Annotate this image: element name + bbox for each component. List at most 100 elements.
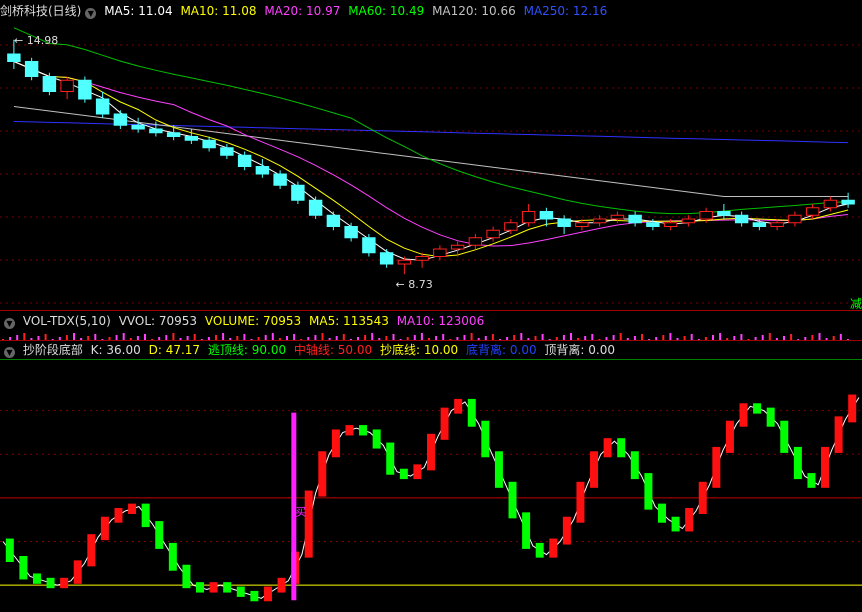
candle-body [788, 214, 802, 224]
indicator-bar [753, 403, 762, 414]
candle-body [184, 136, 199, 141]
indicator-bar [141, 503, 150, 528]
indicator-bar [821, 446, 830, 488]
indicator-bar [807, 473, 816, 488]
indicator-header: ▼ 抄阶段底部 K: 36.00 D: 47.17 逃顶线: 90.00 中轴线… [0, 341, 619, 359]
ma120-line [13, 106, 849, 197]
indicator-bar [168, 542, 177, 571]
candle-body [131, 124, 145, 130]
ma20-line [13, 61, 849, 247]
indicator-bar [372, 429, 381, 449]
candle-body [557, 218, 571, 227]
candle-body [468, 237, 483, 246]
main-chart-header: 剑桥科技(日线) ▼ MA5: 11.04 MA10: 11.08 MA20: 1… [0, 2, 611, 20]
indicator-bar [657, 503, 666, 523]
candle-body [433, 248, 447, 257]
candle-body [610, 214, 625, 220]
buy-signal-label: 买 [295, 505, 306, 518]
indicator-bar [508, 481, 517, 519]
indicator-bar [535, 542, 544, 558]
ma60-readout: MA60: 10.49 [348, 4, 425, 18]
ma10-readout: MA10: 11.08 [180, 4, 257, 18]
indicator-bar [834, 416, 843, 453]
candle-body [273, 173, 287, 186]
right-edge-label: 减 [850, 297, 862, 311]
indicator-bar [100, 516, 109, 541]
candle-body [149, 128, 163, 134]
indicator-bar [359, 425, 368, 436]
candle-body [344, 226, 358, 239]
vol-ma10-readout: MA10: 123006 [396, 314, 485, 328]
candle-body [539, 211, 554, 220]
candle-body [113, 113, 128, 126]
indicator-bar [32, 573, 41, 584]
candle-body [521, 211, 536, 224]
volume-header: ▼ VOL-TDX(5,10) VVOL: 70953 VOLUME: 7095… [0, 312, 488, 330]
candle-body [699, 211, 713, 220]
vol-ma5-readout: MA5: 113543 [309, 314, 389, 328]
top-divergence-readout: 顶背离: 0.00 [544, 343, 615, 357]
dropdown-circle-icon[interactable]: ▼ [85, 8, 97, 19]
candle-body [734, 214, 749, 224]
candle-body [628, 214, 642, 224]
indicator-bar [427, 433, 435, 471]
candle-body [78, 79, 92, 100]
indicator-bar [576, 481, 585, 523]
price-chart[interactable]: ← 14.98 ← 8.73 减 [0, 20, 862, 312]
candle-body [504, 222, 518, 231]
vol-title[interactable]: VOL-TDX(5,10) [23, 314, 111, 328]
indicator-bar [263, 586, 272, 602]
candle-body [202, 139, 216, 149]
indicator-chart[interactable]: 买 [0, 359, 862, 612]
candle-body [95, 98, 110, 115]
candle-body [326, 214, 341, 227]
escape-line-readout: 逃顶线: 90.00 [207, 343, 287, 357]
indicator-bar [250, 590, 259, 602]
candle-body [7, 53, 21, 62]
candle-body [450, 244, 465, 250]
candle-body [770, 222, 784, 227]
indicator-title[interactable]: 抄阶段底部 [23, 343, 83, 357]
candle-body [646, 222, 660, 227]
indicator-bar [780, 420, 789, 453]
indicator-bar [793, 446, 802, 480]
pane-divider[interactable] [0, 310, 862, 311]
ma60-line [13, 27, 849, 215]
candle-body [592, 218, 607, 224]
bottom-divergence-readout: 底背离: 0.00 [466, 343, 537, 357]
indicator-bar [331, 429, 340, 458]
candle-body [60, 79, 74, 92]
high-price-label: ← 14.98 [14, 34, 58, 47]
indicator-bar [386, 442, 395, 475]
indicator-bar [467, 398, 476, 427]
candle-body [291, 184, 305, 201]
candle-body [24, 61, 39, 77]
indicator-bar [155, 521, 164, 549]
candle-body [397, 259, 412, 265]
low-price-label: ← 8.73 [396, 278, 433, 291]
ma5-readout: MA5: 11.04 [104, 4, 173, 18]
candle-body [681, 218, 696, 224]
indicator-bar [454, 398, 463, 414]
indicator-bar [766, 407, 775, 427]
indicator-bar [304, 490, 313, 558]
ma20-readout: MA20: 10.97 [264, 4, 341, 18]
indicator-bar [236, 586, 245, 597]
candle-body [255, 166, 270, 175]
indicator-bar [5, 538, 14, 562]
indicator-bar [698, 481, 707, 514]
indicator-bar [440, 407, 449, 440]
indicator-bar [685, 508, 694, 532]
dropdown-circle-icon[interactable]: ▼ [4, 347, 15, 358]
candle-body [362, 237, 376, 254]
indicator-bar [725, 420, 734, 453]
indicator-bar [671, 516, 680, 532]
candle-body [486, 229, 500, 239]
stock-title[interactable]: 剑桥科技(日线) [0, 4, 81, 18]
indicator-bar [182, 564, 191, 589]
indicator-bar [128, 503, 137, 514]
candle-body [575, 222, 589, 227]
dropdown-circle-icon[interactable]: ▼ [4, 318, 15, 329]
indicator-bar [277, 577, 286, 593]
volume-readout: VOLUME: 70953 [204, 314, 302, 328]
